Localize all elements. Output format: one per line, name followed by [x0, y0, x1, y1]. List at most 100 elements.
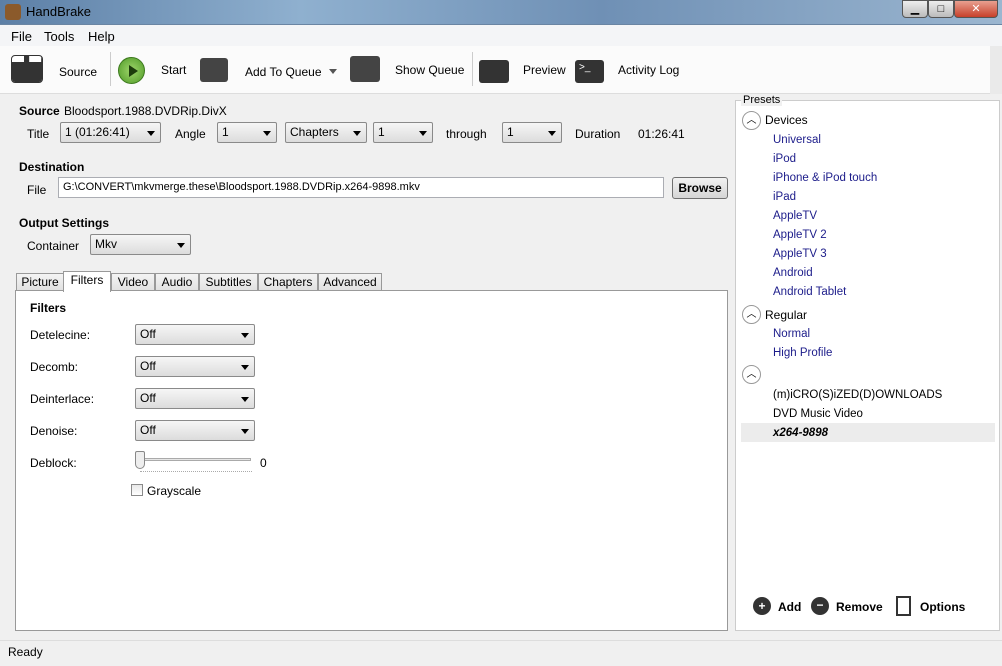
start-button[interactable]	[118, 57, 145, 84]
preset-android-tablet[interactable]: Android Tablet	[773, 286, 846, 298]
detelecine-label: Detelecine:	[30, 328, 91, 342]
tab-filters[interactable]: Filters	[63, 271, 111, 292]
filters-panel: Filters Detelecine: Off Decomb: Off Dein…	[15, 290, 728, 631]
preset-normal[interactable]: Normal	[773, 328, 810, 340]
deblock-label: Deblock:	[30, 456, 77, 470]
tab-audio[interactable]: Audio	[155, 273, 199, 291]
title-label: Title	[27, 127, 50, 141]
decomb-select[interactable]: Off	[135, 356, 255, 377]
through-label: through	[446, 127, 487, 141]
menu-help[interactable]: Help	[88, 29, 115, 44]
container-label: Container	[27, 239, 80, 253]
duration-value: 01:26:41	[638, 127, 685, 141]
handbrake-app-icon	[5, 4, 21, 20]
terminal-icon[interactable]: >_	[575, 60, 604, 83]
chevron-down-icon[interactable]	[329, 69, 337, 78]
duration-label: Duration	[575, 127, 621, 141]
tab-subtitles[interactable]: Subtitles	[199, 273, 258, 291]
deinterlace-select[interactable]: Off	[135, 388, 255, 409]
preset-appletv[interactable]: AppleTV	[773, 210, 817, 222]
range-mode-select[interactable]: Chapters	[285, 122, 367, 143]
preset-android[interactable]: Android	[773, 267, 813, 279]
tab-advanced[interactable]: Advanced	[318, 273, 382, 291]
play-icon	[129, 65, 138, 77]
tab-chapters[interactable]: Chapters	[258, 273, 318, 291]
toolbar-scrollbar[interactable]	[990, 46, 1002, 94]
show-queue-button[interactable]: Show Queue	[395, 63, 464, 77]
preset-appletv-3[interactable]: AppleTV 3	[773, 248, 827, 260]
preset-x264-9898[interactable]: x264-9898	[773, 427, 828, 439]
container-select[interactable]: Mkv	[90, 234, 191, 255]
minimize-button[interactable]: ▁	[902, 0, 928, 18]
preset-ipod[interactable]: iPod	[773, 153, 796, 165]
maximize-button[interactable]: □	[928, 0, 954, 18]
preset-group-devices[interactable]: Devices	[765, 113, 808, 127]
presets-heading: Presets	[741, 94, 783, 106]
options-document-icon[interactable]	[896, 596, 911, 616]
title-bar: HandBrake ▁ □ ✕	[0, 0, 1002, 24]
remove-preset-button[interactable]: Remove	[836, 600, 883, 614]
add-preset-icon[interactable]: +	[753, 597, 771, 615]
toolbar-divider	[110, 52, 111, 86]
file-label: File	[27, 183, 47, 197]
options-button[interactable]: Options	[920, 600, 965, 614]
window-title: HandBrake	[26, 4, 92, 19]
start-label[interactable]: Start	[161, 63, 186, 77]
source-button[interactable]	[11, 55, 43, 83]
source-name: Bloodsport.1988.DVDRip.DivX	[64, 104, 227, 118]
show-queue-icon[interactable]	[350, 56, 380, 82]
clapperboard-icon	[11, 55, 43, 83]
preset-iphone-ipod-touch[interactable]: iPhone & iPod touch	[773, 172, 877, 184]
add-preset-button[interactable]: Add	[778, 600, 801, 614]
preset-universal[interactable]: Universal	[773, 134, 821, 146]
preset-dvd-music-video[interactable]: DVD Music Video	[773, 408, 863, 420]
range-end-select[interactable]: 1	[502, 122, 562, 143]
source-heading: Source	[19, 104, 60, 118]
toolbar: Source Start Add To Queue Show Queue Pre…	[0, 46, 990, 94]
source-label[interactable]: Source	[59, 65, 97, 79]
grayscale-label[interactable]: Grayscale	[147, 484, 201, 498]
collapse-regular-icon[interactable]: ︿	[742, 305, 761, 324]
tab-video[interactable]: Video	[111, 273, 155, 291]
slider-ticks	[140, 471, 252, 474]
deblock-slider-track[interactable]	[138, 458, 251, 461]
destination-heading: Destination	[19, 160, 85, 174]
destination-file-input[interactable]: G:\CONVERT\mkvmerge.these\Bloodsport.198…	[58, 177, 664, 198]
browse-button[interactable]: Browse	[672, 177, 728, 199]
remove-preset-icon[interactable]: −	[811, 597, 829, 615]
filters-heading: Filters	[30, 301, 67, 315]
add-to-queue-button[interactable]: Add To Queue	[245, 65, 322, 79]
title-select[interactable]: 1 (01:26:41)	[60, 122, 161, 143]
detelecine-select[interactable]: Off	[135, 324, 255, 345]
range-start-select[interactable]: 1	[373, 122, 433, 143]
tv-preview-icon[interactable]	[479, 60, 509, 83]
preset-ipad[interactable]: iPad	[773, 191, 796, 203]
status-text: Ready	[8, 645, 43, 659]
deblock-value: 0	[260, 456, 267, 470]
tab-picture[interactable]: Picture	[16, 273, 64, 291]
denoise-select[interactable]: Off	[135, 420, 255, 441]
angle-label: Angle	[175, 127, 206, 141]
activity-log-button[interactable]: Activity Log	[618, 63, 679, 77]
status-bar: Ready	[0, 640, 1002, 666]
preview-button[interactable]: Preview	[523, 63, 566, 77]
deblock-slider-thumb[interactable]	[135, 451, 145, 469]
preset-group-regular[interactable]: Regular	[765, 308, 807, 322]
output-settings-heading: Output Settings	[19, 216, 109, 230]
preset-appletv-2[interactable]: AppleTV 2	[773, 229, 827, 241]
menu-bar: File Tools Help	[0, 24, 1002, 46]
toolbar-divider	[472, 52, 473, 86]
add-to-queue-icon[interactable]	[200, 58, 228, 82]
angle-select[interactable]: 1	[217, 122, 277, 143]
decomb-label: Decomb:	[30, 360, 79, 374]
deinterlace-label: Deinterlace:	[30, 392, 95, 406]
denoise-label: Denoise:	[30, 424, 78, 438]
collapse-devices-icon[interactable]: ︿	[742, 111, 761, 130]
collapse-custom-icon[interactable]: ︿	[742, 365, 761, 384]
preset-micro-sized-downloads[interactable]: (m)iCRO(S)iZED(D)OWNLOADS	[773, 389, 942, 401]
menu-tools[interactable]: Tools	[44, 29, 74, 44]
menu-file[interactable]: File	[11, 29, 32, 44]
close-button[interactable]: ✕	[954, 0, 998, 18]
grayscale-checkbox[interactable]	[131, 484, 143, 496]
preset-high-profile[interactable]: High Profile	[773, 347, 832, 359]
